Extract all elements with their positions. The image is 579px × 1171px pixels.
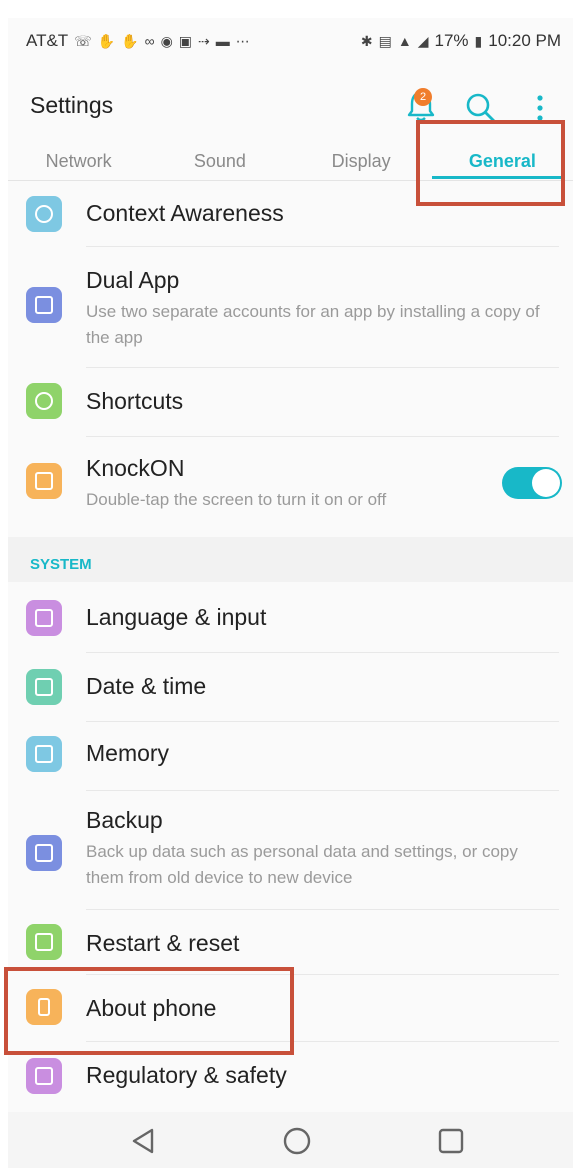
- item-title: Context Awareness: [86, 200, 284, 226]
- back-icon[interactable]: [126, 1124, 160, 1158]
- tab-network[interactable]: Network: [8, 144, 149, 182]
- item-title: Backup: [86, 807, 163, 833]
- list-item-shortcuts[interactable]: Shortcuts: [8, 368, 573, 436]
- whatsapp-icon: ☏: [74, 32, 92, 49]
- knockon-icon: [26, 463, 62, 499]
- knockon-toggle[interactable]: [502, 467, 562, 499]
- list-item-dual-app[interactable]: Dual App Use two separate accounts for a…: [8, 247, 573, 367]
- item-title: Date & time: [86, 673, 207, 699]
- restart-reset-icon: [26, 924, 62, 960]
- page-title: Settings: [30, 92, 114, 118]
- general-tab-highlight-box: [416, 120, 565, 206]
- list-item-language-input[interactable]: Language & input: [8, 584, 573, 652]
- signal-icon: ◢: [417, 32, 429, 49]
- m-icon: ▬: [215, 33, 230, 49]
- tab-sound[interactable]: Sound: [149, 144, 290, 182]
- list-item-knockon[interactable]: KnockON Double-tap the screen to turn it…: [8, 437, 573, 537]
- toggle-knob: [532, 469, 560, 497]
- item-description: Back up data such as personal data and s…: [86, 842, 518, 887]
- item-title: KnockON: [86, 455, 185, 481]
- notification-badge: 2: [414, 88, 432, 106]
- date-time-icon: [26, 669, 62, 705]
- nfc-icon: ▤: [378, 32, 392, 49]
- bluetooth-icon: ✱: [360, 32, 373, 49]
- about-phone-highlight-box: [4, 967, 294, 1055]
- context-awareness-icon: [26, 196, 62, 232]
- clock: 10:20 PM: [488, 31, 561, 50]
- list-item-backup[interactable]: Backup Back up data such as personal dat…: [8, 791, 573, 909]
- battery-icon: ▮: [474, 32, 483, 49]
- language-icon: [26, 600, 62, 636]
- list-item-restart-reset[interactable]: Restart & reset: [8, 910, 573, 974]
- voicemail-icon: ∞: [144, 33, 155, 49]
- item-description: Use two separate accounts for an app by …: [86, 302, 540, 347]
- item-title: Regulatory & safety: [86, 1062, 287, 1088]
- dual-app-icon: [26, 287, 62, 323]
- item-title: Dual App: [86, 267, 180, 293]
- status-bar: AT&T ☏ ✋ ✋ ∞ ◉ ▣ ⇢ ▬ ⋯ ✱ ▤ ▲ ◢ 17% ▮ 10:…: [8, 18, 573, 64]
- item-title: Memory: [86, 740, 170, 766]
- status-left: AT&T ☏ ✋ ✋ ∞ ◉ ▣ ⇢ ▬ ⋯: [26, 31, 250, 51]
- list-item-date-time[interactable]: Date & time: [8, 653, 573, 721]
- battery-label: 17%: [434, 31, 469, 50]
- navigation-bar: [8, 1112, 573, 1168]
- tab-display[interactable]: Display: [291, 144, 432, 182]
- chrome-icon: ◉: [160, 32, 173, 49]
- memory-icon: [26, 736, 62, 772]
- hand-icon: ✋: [121, 32, 139, 49]
- section-header-system: SYSTEM: [30, 556, 92, 573]
- backup-icon: [26, 835, 62, 871]
- cast-icon: ⇢: [198, 32, 210, 49]
- item-description: Double-tap the screen to turn it on or o…: [86, 490, 387, 509]
- status-right: ✱ ▤ ▲ ◢ 17% ▮ 10:20 PM: [361, 31, 561, 51]
- carrier-label: AT&T: [26, 31, 69, 50]
- shortcuts-icon: [26, 383, 62, 419]
- item-title: Language & input: [86, 604, 267, 630]
- recents-icon[interactable]: [434, 1124, 468, 1158]
- gallery-icon: ▣: [178, 32, 193, 49]
- more-dots-icon: ⋯: [235, 32, 250, 49]
- section-header-background: [8, 537, 573, 582]
- wifi-icon: ▲: [397, 33, 412, 49]
- hand-icon: ✋: [97, 32, 116, 49]
- list-item-memory[interactable]: Memory: [8, 722, 573, 790]
- regulatory-icon: [26, 1058, 62, 1094]
- item-title: Restart & reset: [86, 930, 240, 956]
- home-icon[interactable]: [280, 1124, 314, 1158]
- item-title: Shortcuts: [86, 388, 184, 414]
